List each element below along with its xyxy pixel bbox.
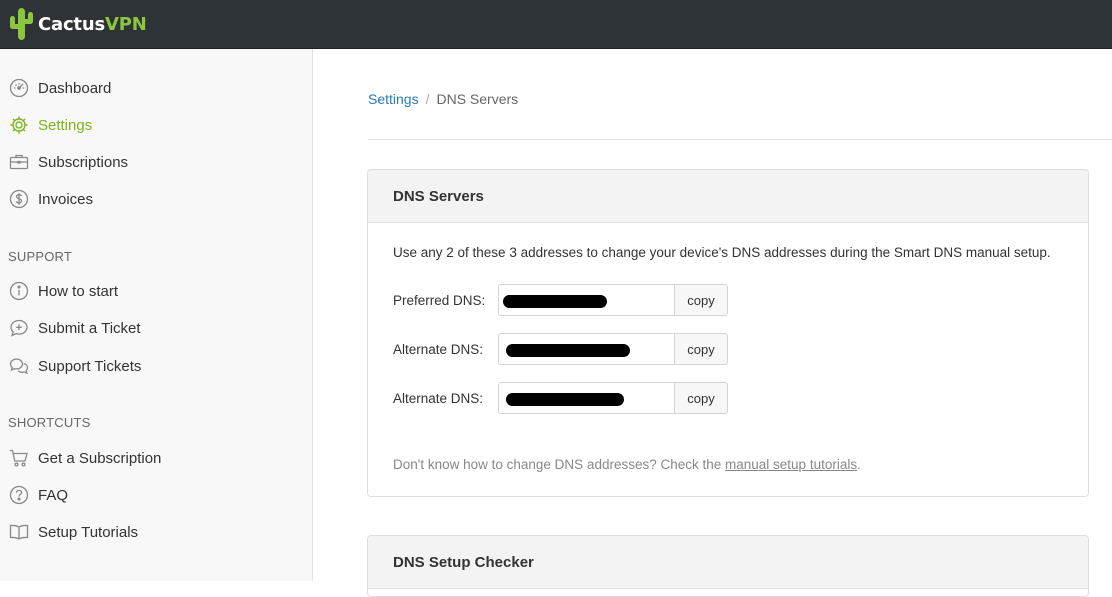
breadcrumb-current: DNS Servers: [436, 91, 519, 107]
sidebar-item-support-tickets[interactable]: Support Tickets: [0, 351, 312, 381]
support-section-heading: SUPPORT: [8, 249, 73, 264]
breadcrumb-separator: /: [425, 91, 430, 107]
sidebar-item-invoices[interactable]: Invoices: [0, 184, 312, 214]
sidebar-item-how-to-start[interactable]: How to start: [0, 276, 312, 306]
copy-button[interactable]: copy: [674, 333, 728, 365]
sidebar-item-label: Settings: [38, 116, 93, 134]
logo-text: CactusVPN: [38, 14, 147, 35]
manual-setup-tutorials-link[interactable]: manual setup tutorials: [725, 457, 857, 472]
panel-title: DNS Setup Checker: [368, 536, 1088, 589]
question-circle-icon: [8, 484, 30, 506]
redacted-value: [506, 344, 630, 357]
alternate-dns-field[interactable]: [498, 382, 674, 414]
sidebar-item-label: FAQ: [38, 486, 69, 504]
sidebar-item-label: How to start: [38, 282, 119, 300]
gear-icon: [8, 114, 30, 136]
redacted-value: [506, 393, 624, 406]
shortcuts-section-heading: SHORTCUTS: [8, 415, 91, 430]
sidebar-item-label: Dashboard: [38, 79, 112, 97]
sidebar-item-get-subscription[interactable]: Get a Subscription: [0, 443, 312, 473]
dns-help-footnote: Don't know how to change DNS addresses? …: [393, 457, 861, 472]
breadcrumb-settings-link[interactable]: Settings: [368, 91, 419, 107]
top-bar: CactusVPN: [0, 0, 1112, 49]
sidebar-item-submit-ticket[interactable]: Submit a Ticket: [0, 313, 312, 343]
chat-plus-icon: [8, 317, 30, 339]
sidebar-item-dashboard[interactable]: Dashboard: [0, 73, 312, 103]
alternate-dns-field[interactable]: [498, 333, 674, 365]
chat-bubbles-icon: [8, 355, 30, 377]
copy-button[interactable]: copy: [674, 284, 728, 316]
dns-servers-panel: DNS Servers Use any 2 of these 3 address…: [367, 169, 1089, 497]
sidebar-item-faq[interactable]: FAQ: [0, 480, 312, 510]
cart-icon: [8, 447, 30, 469]
sidebar-item-subscriptions[interactable]: Subscriptions: [0, 147, 312, 177]
dashboard-gauge-icon: [8, 77, 30, 99]
dns-label: Alternate DNS:: [393, 341, 484, 357]
dns-row-preferred: Preferred DNS: copy: [393, 283, 793, 317]
sidebar-item-label: Invoices: [38, 190, 94, 208]
dollar-circle-icon: [8, 188, 30, 210]
dns-label: Preferred DNS:: [393, 292, 486, 308]
sidebar-item-label: Support Tickets: [38, 357, 142, 375]
sidebar-item-setup-tutorials[interactable]: Setup Tutorials: [0, 517, 312, 547]
dns-row-alternate-1: Alternate DNS: copy: [393, 332, 793, 366]
sidebar-item-label: Subscriptions: [38, 153, 129, 171]
sidebar: Dashboard Settings Subscriptions Invoice…: [0, 49, 313, 581]
preferred-dns-field[interactable]: [498, 284, 674, 316]
dns-label: Alternate DNS:: [393, 390, 484, 406]
cactusvpn-logo[interactable]: CactusVPN: [8, 7, 147, 41]
sidebar-item-label: Submit a Ticket: [38, 319, 141, 337]
sidebar-item-label: Get a Subscription: [38, 449, 162, 467]
copy-button[interactable]: copy: [674, 382, 728, 414]
footnote-suffix: .: [857, 457, 861, 472]
main-content: Settings / DNS Servers DNS Servers Use any…: [313, 49, 1112, 597]
cactus-logo-icon: [10, 8, 33, 40]
header-divider: [368, 139, 1112, 140]
dns-setup-checker-panel: DNS Setup Checker: [367, 535, 1089, 597]
sidebar-item-settings[interactable]: Settings: [0, 110, 312, 140]
briefcase-icon: [8, 151, 30, 173]
redacted-value: [503, 295, 607, 308]
book-icon: [8, 521, 30, 543]
info-circle-icon: [8, 280, 30, 302]
sidebar-item-label: Setup Tutorials: [38, 523, 139, 541]
dns-intro-text: Use any 2 of these 3 addresses to change…: [393, 245, 1051, 260]
dns-row-alternate-2: Alternate DNS: copy: [393, 381, 793, 415]
breadcrumb: Settings / DNS Servers: [368, 91, 518, 107]
logo-text-cactus: Cactus: [38, 13, 105, 35]
panel-title: DNS Servers: [368, 170, 1088, 223]
logo-text-vpn: VPN: [104, 13, 147, 35]
footnote-text: Don't know how to change DNS addresses? …: [393, 457, 726, 472]
